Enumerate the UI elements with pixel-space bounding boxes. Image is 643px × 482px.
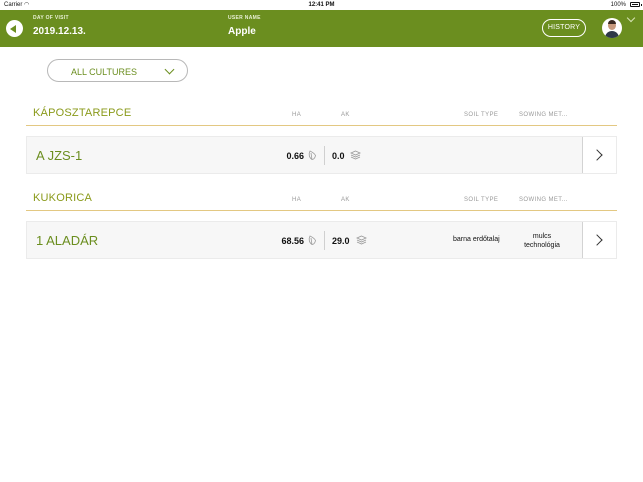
history-button[interactable]: HISTORY — [542, 19, 586, 37]
field-soil-type: barna erdőtalaj — [453, 236, 500, 243]
chevron-down-icon[interactable] — [626, 13, 636, 23]
status-time: 12:41 PM — [308, 2, 335, 8]
avatar[interactable] — [602, 18, 622, 38]
leaf-icon — [308, 150, 316, 160]
chevron-right-icon[interactable] — [582, 137, 616, 173]
section-divider — [26, 125, 617, 126]
leaf-icon — [308, 235, 316, 245]
column-divider — [324, 231, 325, 250]
battery-icon — [630, 2, 642, 7]
field-area-ha: 0.66 — [286, 151, 304, 161]
user-name: Apple — [228, 26, 256, 37]
section-divider — [26, 210, 617, 211]
field-ak-value: 0.0 — [332, 151, 345, 161]
column-header-sowing-method: SOWING MET... — [519, 197, 568, 203]
battery-percent: 100% — [610, 2, 626, 8]
field-name: 1 ALADÁR — [36, 233, 99, 248]
section-title: KÁPOSZTAREPCE — [33, 107, 132, 119]
section-title: KUKORICA — [33, 192, 93, 204]
status-bar: Carrier ◠ 12:41 PM 100% — [0, 0, 643, 10]
field-ak-value: 29.0 — [332, 236, 350, 246]
column-header-soil-type: SOIL TYPE — [464, 112, 499, 118]
column-header-ha: HA — [292, 112, 302, 118]
culture-filter-value: ALL CULTURES — [71, 67, 138, 77]
field-area-ha: 68.56 — [281, 236, 304, 246]
header-bar: DAY OF VISIT 2019.12.13. USER NAME Apple… — [0, 10, 643, 47]
table-row[interactable]: A JZS-1 0.66 0.0 — [26, 136, 617, 174]
chevron-right-icon[interactable] — [582, 222, 616, 258]
column-header-soil-type: SOIL TYPE — [464, 197, 499, 203]
visit-date: 2019.12.13. — [33, 26, 86, 37]
visit-date-label: DAY OF VISIT — [33, 15, 69, 21]
field-name: A JZS-1 — [36, 148, 83, 163]
back-button[interactable] — [6, 20, 23, 37]
user-name-label: USER NAME — [228, 15, 261, 21]
column-header-ak: AK — [341, 112, 350, 118]
column-header-ha: HA — [292, 197, 302, 203]
field-sowing-method: mulcs technológia — [524, 233, 560, 249]
layers-icon — [350, 150, 361, 160]
table-row[interactable]: 1 ALADÁR 68.56 29.0 barna erdőtalaj mulc… — [26, 221, 617, 259]
column-divider — [324, 146, 325, 165]
column-header-sowing-method: SOWING MET... — [519, 112, 568, 118]
column-header-ak: AK — [341, 197, 350, 203]
layers-icon — [356, 235, 367, 245]
